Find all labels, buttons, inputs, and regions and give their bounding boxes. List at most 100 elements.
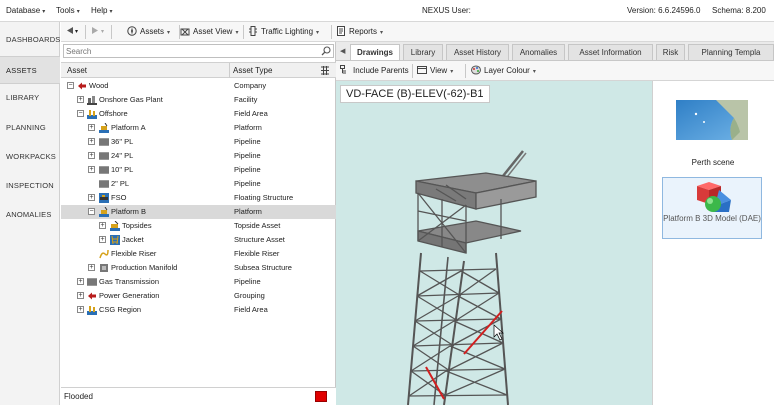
expand-icon[interactable]: + [77,306,84,313]
hierarchy-icon [340,65,346,74]
tab-asset-information[interactable]: Asset Information [568,44,653,60]
nav-assets[interactable]: ASSETS [0,56,60,84]
chevron-down-icon: ▾ [532,69,536,75]
tree-row-offshore[interactable]: − Offshore Field Area [61,107,336,121]
tree-row-fso[interactable]: + FSO Floating Structure [61,191,336,205]
tree-row-csg-region[interactable]: + CSG Region Field Area [61,303,336,317]
tree-row-36-pl[interactable]: + 36" PL Pipeline [61,135,336,149]
expand-icon[interactable]: + [88,152,95,159]
tree-row-name: Production Manifold [111,263,178,272]
nav-workpacks[interactable]: WORKPACKS [0,143,60,171]
column-asset[interactable]: Asset [67,66,87,75]
chevron-down-icon: ▾ [167,30,171,36]
tree-row-name: Topsides [122,221,152,230]
tab-asset-history[interactable]: Asset History [446,44,509,60]
back-dropdown-icon[interactable]: ▾ [75,28,78,35]
assets-menu-button[interactable]: Assets ▾ [127,26,170,36]
tree-row-type: Field Area [234,305,268,314]
tree-row-name: 36" PL [111,137,134,146]
tree-row-gas-transmission[interactable]: + Gas Transmission Pipeline [61,275,336,289]
tree-row-wood[interactable]: − Wood Company [61,79,336,93]
collapse-icon[interactable]: − [67,82,74,89]
nav-library[interactable]: LIBRARY [0,84,60,112]
column-asset-type[interactable]: Asset Type [233,66,272,75]
tree-row-power-generation[interactable]: + Power Generation Grouping [61,289,336,303]
platform-icon [99,207,109,217]
platform-b-3d-model-card[interactable]: Platform B 3D Model (DAE) [662,177,762,239]
report-icon [337,26,345,36]
search-icon[interactable] [321,46,331,56]
flexible-riser-icon [99,249,109,259]
column-divider[interactable] [229,63,230,78]
tree-row-name: Platform A [111,123,146,132]
expand-icon[interactable]: + [88,138,95,145]
perth-scene-thumbnail[interactable] [676,100,748,140]
tree-row-jacket[interactable]: + Jacket Structure Asset [61,233,336,247]
tree-row-type: Pipeline [234,277,261,286]
tab-library[interactable]: Library [403,44,443,60]
tree-row-2-pl[interactable]: 2" PL Pipeline [61,177,336,191]
nav-dashboards[interactable]: DASHBOARDS [0,26,60,54]
palette-icon [471,65,481,75]
collapse-panel-arrow-icon[interactable]: ◀ [340,47,345,55]
topside-icon [110,221,120,231]
tab-anomalies[interactable]: Anomalies [512,44,565,60]
column-chooser-icon[interactable] [320,66,330,75]
expand-icon[interactable]: + [77,292,84,299]
tree-row-type: Floating Structure [234,193,294,202]
view-label: View [430,66,448,75]
back-button[interactable] [66,26,74,37]
drawing-viewer[interactable]: VD-FACE (B)-ELEV(-62)-B1 [336,81,652,405]
collapse-icon[interactable]: − [88,208,95,215]
tab-risk[interactable]: Risk [656,44,685,60]
nav-planning[interactable]: PLANNING [0,114,60,142]
include-parents-button[interactable]: Include Parents [340,65,409,75]
toolbar-divider [85,25,86,39]
column-header: Asset Asset Type [61,62,336,78]
nav-inspection[interactable]: INSPECTION [0,172,60,200]
drawings-toolbar: Include Parents View ▾ Layer Colour ▾ [336,61,774,81]
expand-icon[interactable]: + [88,166,95,173]
legend-swatch[interactable] [315,391,327,402]
tree-row-type: Pipeline [234,165,261,174]
collapse-icon[interactable]: − [77,110,84,117]
nav-anomalies[interactable]: ANOMALIES [0,201,60,229]
forward-dropdown-icon[interactable]: ▾ [101,28,104,35]
expand-icon[interactable]: + [99,236,106,243]
platform-3d-model[interactable] [336,81,652,405]
expand-icon[interactable]: + [77,96,84,103]
expand-icon[interactable]: + [88,194,95,201]
menu-tools[interactable]: Tools ▾ [56,6,80,15]
menu-database[interactable]: Database ▾ [6,6,45,15]
layer-colour-label: Layer Colour [484,66,530,75]
tab-drawings[interactable]: Drawings [350,44,400,60]
perth-scene-label[interactable]: Perth scene [653,158,773,167]
tree-row-production-manifold[interactable]: + Production Manifold Subsea Structure [61,261,336,275]
asset-view-button[interactable]: Asset View ▾ [180,26,238,36]
expand-icon[interactable]: + [77,278,84,285]
layer-colour-button[interactable]: Layer Colour ▾ [471,65,536,75]
chevron-down-icon: ▾ [109,9,113,15]
pipeline-icon [99,180,109,188]
tree-row-topsides[interactable]: + Topsides Topside Asset [61,219,336,233]
expand-icon[interactable]: + [88,264,95,271]
search-input[interactable] [64,45,319,57]
tree-row-platform-b[interactable]: − Platform B Platform [61,205,336,219]
menu-help[interactable]: Help ▾ [91,6,112,15]
tree-row-platform-a[interactable]: + Platform A Platform [61,121,336,135]
tree-row-flexible-riser[interactable]: Flexible Riser Flexible Riser [61,247,336,261]
tree-row-onshore-gas-plant[interactable]: + Onshore Gas Plant Facility [61,93,336,107]
3d-model-icon [697,182,731,212]
expand-icon[interactable]: + [88,124,95,131]
view-button[interactable]: View ▾ [417,65,453,75]
tree-row-24-pl[interactable]: + 24" PL Pipeline [61,149,336,163]
tree-row-10-pl[interactable]: + 10" PL Pipeline [61,163,336,177]
tab-planning-templates[interactable]: Planning Templa [688,44,774,60]
platform-b-3d-model-label: Platform B 3D Model (DAE) [663,214,761,223]
forward-arrow-icon [92,27,98,34]
traffic-lighting-button[interactable]: Traffic Lighting ▾ [248,26,319,36]
reports-button[interactable]: Reports ▾ [336,26,383,36]
forward-button[interactable] [91,26,99,37]
assets-menu-label: Assets [140,27,165,36]
expand-icon[interactable]: + [99,222,106,229]
